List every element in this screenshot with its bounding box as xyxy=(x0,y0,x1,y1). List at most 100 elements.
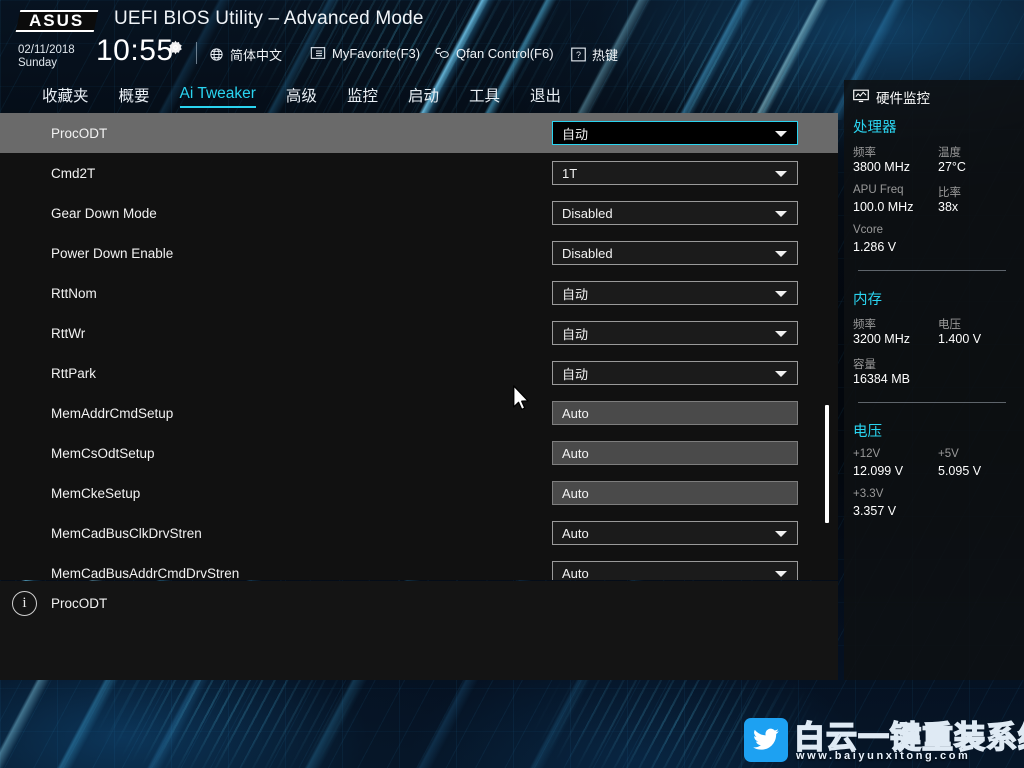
settings-row-dropdown[interactable]: Auto xyxy=(552,561,798,580)
tab-高级[interactable]: 高级 xyxy=(286,84,317,109)
hotkeys-button[interactable]: ? 热键 xyxy=(570,45,618,64)
settings-row-value: Auto xyxy=(562,525,589,541)
hotkeys-label: 热键 xyxy=(592,48,619,63)
settings-row-input[interactable]: Auto xyxy=(552,401,798,425)
settings-row[interactable]: MemCadBusClkDrvStren Auto xyxy=(0,513,838,553)
chevron-down-icon[interactable] xyxy=(775,171,787,177)
hw-metric-value: 1.400 V xyxy=(938,332,982,346)
settings-row-label: Cmd2T xyxy=(51,165,96,181)
myfavorite-label: MyFavorite(F3) xyxy=(332,45,421,61)
myfavorite-button[interactable]: MyFavorite(F3) xyxy=(310,45,420,61)
hw-metric-value: 16384 MB xyxy=(853,372,910,386)
asus-logo-text: ASUS xyxy=(29,11,85,30)
qfan-control-button[interactable]: Qfan Control(F6) xyxy=(434,45,554,61)
app-title: UEFI BIOS Utility – Advanced Mode xyxy=(114,8,424,29)
settings-row-value: 自动 xyxy=(562,326,589,342)
hw-metric-value: 27°C xyxy=(938,160,966,174)
hw-metric-value: 5.095 V xyxy=(938,464,982,478)
hw-metric-label: +3.3V xyxy=(853,488,884,500)
hw-section-title: 电压 xyxy=(853,424,882,440)
settings-row-dropdown[interactable]: 自动 xyxy=(552,361,798,385)
settings-row-dropdown[interactable]: Disabled xyxy=(552,201,798,225)
info-icon-glyph: i xyxy=(22,595,27,611)
settings-row[interactable]: Cmd2T 1T xyxy=(0,153,838,193)
tab-ai-tweaker[interactable]: Ai Tweaker xyxy=(179,85,256,108)
settings-row-dropdown[interactable]: Auto xyxy=(552,521,798,545)
qfan-control-label: Qfan Control(F6) xyxy=(456,45,554,61)
hw-metric-label: 电压 xyxy=(938,319,961,331)
settings-row[interactable]: MemCsOdtSetup Auto xyxy=(0,433,838,473)
header-divider xyxy=(196,42,197,64)
header-clock: 10:55 xyxy=(96,34,174,67)
settings-row[interactable]: MemCkeSetup Auto xyxy=(0,473,838,513)
info-icon: i xyxy=(12,591,37,616)
settings-row-label: MemCadBusClkDrvStren xyxy=(51,525,202,541)
asus-logo: ASUS xyxy=(15,10,99,32)
hw-metric-label: 容量 xyxy=(853,359,876,371)
settings-row-dropdown[interactable]: Disabled xyxy=(552,241,798,265)
settings-row[interactable]: Power Down Enable Disabled xyxy=(0,233,838,273)
hw-metric-value: 1.286 V xyxy=(853,240,897,254)
settings-scrollbar[interactable] xyxy=(825,113,829,580)
chevron-down-icon[interactable] xyxy=(775,251,787,257)
tab-收藏夹[interactable]: 收藏夹 xyxy=(42,84,89,109)
hw-metric-label: 温度 xyxy=(938,147,961,159)
chevron-down-icon[interactable] xyxy=(775,331,787,337)
settings-row-value: Auto xyxy=(562,565,589,581)
settings-row-value: 自动 xyxy=(562,126,589,142)
settings-row-label: MemCkeSetup xyxy=(51,485,141,501)
settings-row[interactable]: RttWr 自动 xyxy=(0,313,838,353)
chevron-down-icon[interactable] xyxy=(775,531,787,537)
footer: 上一次的修改记录 EzMode(F7) → Search on FAQ Vers… xyxy=(0,680,1024,768)
hw-metric-label: APU Freq xyxy=(853,184,904,196)
hw-metric-label: +5V xyxy=(938,448,959,460)
tab-概要[interactable]: 概要 xyxy=(119,84,150,109)
hw-metric-label: 比率 xyxy=(938,187,961,199)
help-text: ProcODT xyxy=(51,596,108,611)
settings-row-input[interactable]: Auto xyxy=(552,481,798,505)
header: ASUS UEFI BIOS Utility – Advanced Mode 0… xyxy=(0,0,1024,80)
settings-row[interactable]: RttPark 自动 xyxy=(0,353,838,393)
settings-row[interactable]: MemCadBusAddrCmdDrvStren Auto xyxy=(0,553,838,580)
settings-row-value: Auto xyxy=(562,485,589,501)
chevron-down-icon[interactable] xyxy=(775,571,787,577)
tab-工具[interactable]: 工具 xyxy=(469,84,500,109)
settings-row[interactable]: ProcODT 自动 xyxy=(0,113,838,153)
settings-scrollbar-thumb[interactable] xyxy=(825,405,829,523)
list-icon xyxy=(310,45,326,61)
settings-row-label: Gear Down Mode xyxy=(51,205,157,221)
chevron-down-icon[interactable] xyxy=(775,211,787,217)
settings-row[interactable]: RttNom 自动 xyxy=(0,273,838,313)
tab-监控[interactable]: 监控 xyxy=(347,84,378,109)
settings-row-label: ProcODT xyxy=(51,125,108,141)
settings-panel: ProcODT 自动 Cmd2T 1T Gear Down Mode Disabled Po… xyxy=(0,113,838,580)
settings-row[interactable]: MemAddrCmdSetup Auto xyxy=(0,393,838,433)
settings-row-value: Disabled xyxy=(562,245,613,261)
settings-row[interactable]: Gear Down Mode Disabled xyxy=(0,193,838,233)
hw-metric-label: 频率 xyxy=(853,147,876,159)
gear-icon[interactable] xyxy=(168,40,183,55)
settings-row-label: Power Down Enable xyxy=(51,245,174,261)
tab-退出[interactable]: 退出 xyxy=(530,84,561,109)
settings-row-value: Auto xyxy=(562,445,589,461)
chevron-down-icon[interactable] xyxy=(775,291,787,297)
settings-row-dropdown[interactable]: 自动 xyxy=(552,321,798,345)
hw-section-divider xyxy=(858,270,1006,271)
svg-text:?: ? xyxy=(575,50,580,60)
tab-启动[interactable]: 启动 xyxy=(408,84,439,109)
chevron-down-icon[interactable] xyxy=(775,131,787,137)
hw-section-title: 处理器 xyxy=(853,120,897,136)
settings-row-value: 自动 xyxy=(562,366,589,382)
settings-row-dropdown[interactable]: 自动 xyxy=(552,281,798,305)
hardware-monitor-panel: 硬件监控 处理器 频率 3800 MHz 温度 27°C APU Freq 100.0 MH… xyxy=(844,80,1024,680)
settings-row-dropdown[interactable]: 自动 xyxy=(552,121,798,145)
header-weekday-value: Sunday xyxy=(18,56,58,69)
header-date: 02/11/2018 Sunday xyxy=(18,44,75,69)
settings-row-dropdown[interactable]: 1T xyxy=(552,161,798,185)
header-date-value: 02/11/2018 xyxy=(18,44,75,56)
settings-row-value: 1T xyxy=(562,165,578,181)
settings-row-input[interactable]: Auto xyxy=(552,441,798,465)
language-selector[interactable]: 简体中文 xyxy=(208,45,282,64)
hw-metric-value: 100.0 MHz xyxy=(853,200,914,214)
chevron-down-icon[interactable] xyxy=(775,371,787,377)
